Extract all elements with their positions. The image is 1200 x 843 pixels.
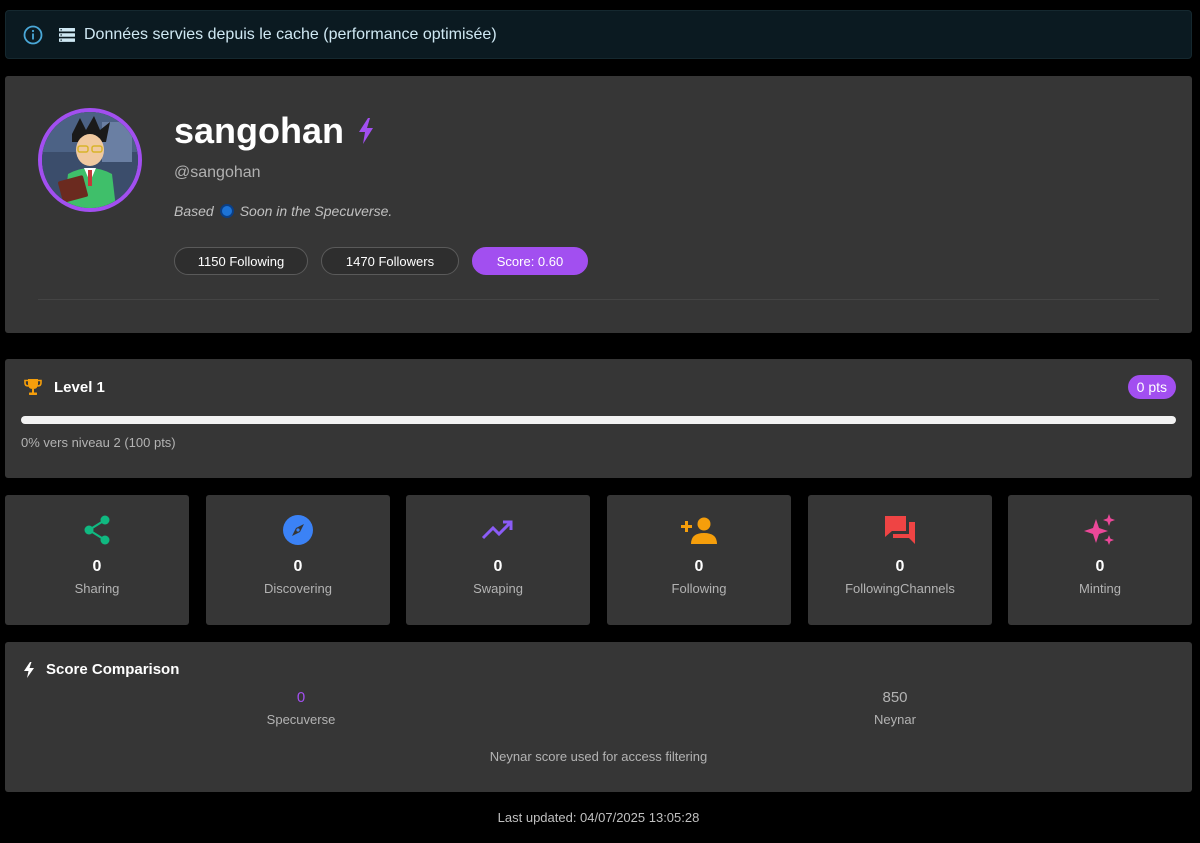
sparkles-icon	[1008, 513, 1192, 547]
activity-stats: 0 Sharing 0 Discovering 0 Swaping 0 Foll…	[5, 495, 1192, 625]
level-progress-bar	[21, 416, 1176, 424]
share-icon	[5, 513, 189, 547]
compass-icon	[206, 513, 390, 547]
profile-bio: Based Soon in the Specuverse.	[174, 203, 392, 219]
level-progress-text: 0% vers niveau 2 (100 pts)	[21, 435, 176, 450]
bio-suffix: Soon in the Specuverse.	[239, 203, 393, 219]
trophy-icon	[23, 377, 43, 397]
score-comparison-note: Neynar score used for access filtering	[489, 749, 708, 764]
stat-label: Discovering	[264, 581, 332, 596]
profile-card: sangohan @sangohan Based Soon in the Spe…	[5, 76, 1192, 333]
person-add-icon	[607, 513, 791, 547]
profile-name: sangohan	[174, 110, 374, 152]
profile-handle: @sangohan	[174, 164, 261, 181]
score-comparison-card: Score Comparison 0 Specuverse 850 Neynar…	[5, 642, 1192, 792]
level-card: Level 1 0 pts 0% vers niveau 2 (100 pts)	[5, 359, 1192, 478]
following-count-button[interactable]: 1150 Following	[174, 247, 308, 275]
specuverse-score-label: Specuverse	[266, 712, 336, 727]
banner-text: Données servies depuis le cache (perform…	[84, 25, 497, 43]
stat-card-minting: 0 Minting	[1008, 495, 1192, 625]
profile-divider	[38, 299, 1159, 300]
bolt-icon	[24, 662, 34, 678]
stat-label: FollowingChannels	[845, 581, 955, 596]
stat-value: 0	[92, 558, 102, 575]
stat-card-swaping: 0 Swaping	[406, 495, 590, 625]
stat-label: Following	[671, 581, 727, 596]
stat-value: 0	[293, 558, 303, 575]
trending-up-icon	[406, 513, 590, 547]
last-updated: Last updated: 04/07/2025 13:05:28	[497, 810, 700, 825]
stat-label: Swaping	[473, 581, 523, 596]
avatar[interactable]	[38, 108, 142, 212]
stat-card-following: 0 Following	[607, 495, 791, 625]
cache-info-banner: Données servies depuis le cache (perform…	[5, 10, 1192, 59]
score-comparison-title: Score Comparison	[46, 661, 180, 678]
stat-value: 0	[1095, 558, 1105, 575]
profile-stats-pills: 1150 Following 1470 Followers Score: 0.6…	[174, 247, 588, 275]
bio-prefix: Based	[174, 203, 214, 219]
neynar-score-value: 850	[882, 689, 908, 706]
points-badge: 0 pts	[1127, 375, 1176, 399]
stat-label: Sharing	[74, 581, 120, 596]
chat-bubbles-icon	[808, 513, 992, 547]
info-icon	[23, 25, 43, 45]
profile-name-text: sangohan	[174, 110, 345, 151]
score-badge: Score: 0.60	[472, 247, 588, 275]
neynar-score-label: Neynar	[874, 712, 916, 727]
stat-card-discovering: 0 Discovering	[206, 495, 390, 625]
level-title: Level 1	[54, 379, 105, 396]
blue-circle-icon	[219, 204, 234, 218]
stat-card-sharing: 0 Sharing	[5, 495, 189, 625]
specuverse-score: 0 Specuverse	[201, 689, 401, 727]
stat-value: 0	[493, 558, 503, 575]
followers-count-button[interactable]: 1470 Followers	[321, 247, 459, 275]
stat-value: 0	[895, 558, 905, 575]
stat-label: Minting	[1079, 581, 1121, 596]
neynar-score: 850 Neynar	[795, 689, 995, 727]
stat-card-following-channels: 0 FollowingChannels	[808, 495, 992, 625]
stat-value: 0	[694, 558, 704, 575]
database-icon	[58, 26, 76, 44]
power-badge-icon	[358, 118, 374, 144]
specuverse-score-value: 0	[296, 689, 306, 706]
